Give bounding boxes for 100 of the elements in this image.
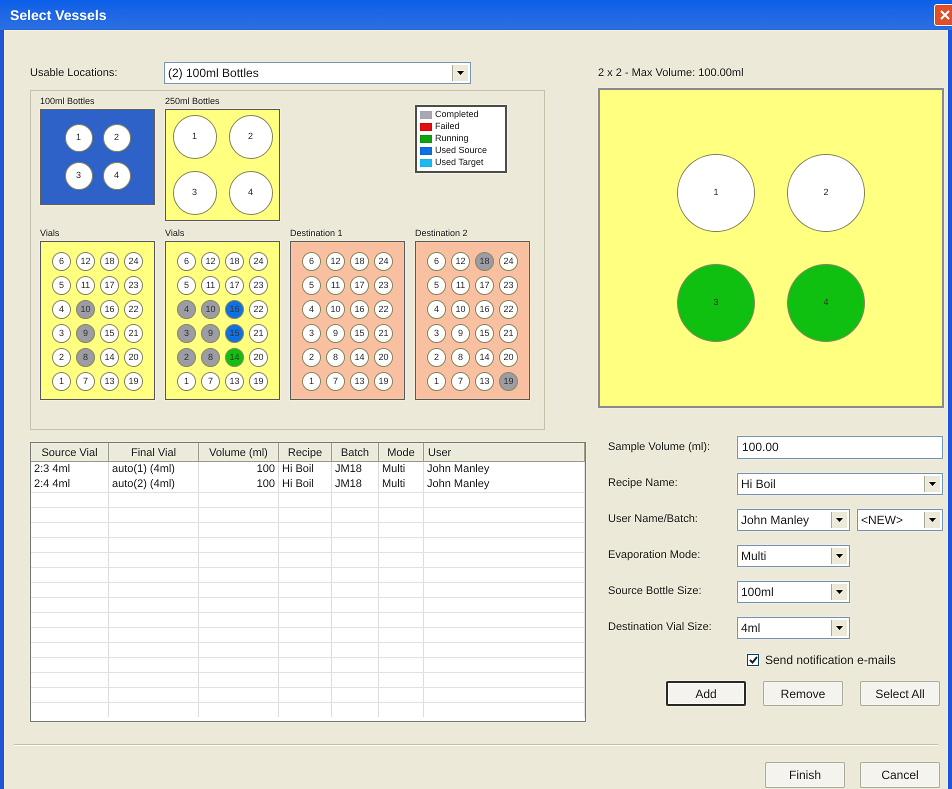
dropdown-arrow-button[interactable]: [831, 584, 847, 600]
vessel-well[interactable]: 20: [249, 348, 268, 367]
vessel-well[interactable]: 12: [201, 252, 220, 271]
vessel-well[interactable]: 14: [475, 348, 494, 367]
vessel-well[interactable]: 19: [374, 372, 393, 391]
vessel-well[interactable]: 19: [124, 372, 143, 391]
vessel-well[interactable]: 14: [100, 348, 119, 367]
vessel-well[interactable]: 15: [100, 324, 119, 343]
vessel-well[interactable]: 11: [76, 276, 95, 295]
vessel-well[interactable]: 7: [451, 372, 470, 391]
vessel-well[interactable]: 13: [350, 372, 369, 391]
dropdown-arrow-button[interactable]: [452, 65, 468, 81]
vessel-well[interactable]: 17: [100, 276, 119, 295]
vessel-well[interactable]: 23: [499, 276, 518, 295]
vessel-well[interactable]: 7: [201, 372, 220, 391]
vessel-well[interactable]: 3: [52, 324, 71, 343]
vessel-well[interactable]: 11: [326, 276, 345, 295]
vessel-well[interactable]: 15: [350, 324, 369, 343]
vessel-well[interactable]: 12: [451, 252, 470, 271]
vessel-well[interactable]: 21: [499, 324, 518, 343]
vessel-well[interactable]: 3: [302, 324, 321, 343]
column-header[interactable]: Mode: [379, 443, 424, 461]
vessel-well[interactable]: 24: [499, 252, 518, 271]
vessel-well[interactable]: 6: [302, 252, 321, 271]
vessel-well[interactable]: 3: [677, 264, 755, 342]
vessel-well[interactable]: 3: [64, 162, 92, 190]
vessel-well[interactable]: 13: [100, 372, 119, 391]
vessel-well[interactable]: 11: [451, 276, 470, 295]
vessel-well[interactable]: 2: [52, 348, 71, 367]
vessel-well[interactable]: 12: [326, 252, 345, 271]
vessel-well[interactable]: 12: [76, 252, 95, 271]
vessel-well[interactable]: 24: [124, 252, 143, 271]
vessel-well[interactable]: 24: [374, 252, 393, 271]
checkbox[interactable]: [747, 654, 759, 666]
vessel-well[interactable]: 18: [475, 252, 494, 271]
vessel-well[interactable]: 23: [124, 276, 143, 295]
dropdown-field[interactable]: (2) 100ml Bottles: [164, 62, 471, 84]
vessel-well[interactable]: 21: [374, 324, 393, 343]
rack-panel[interactable]: 6 12 18 24 5 11 17 23 4 10 16 22 3 9 15 21 2 8 14 20 1 7 13 19: [40, 241, 155, 400]
notification-checkbox[interactable]: Send notification e-mails: [747, 652, 946, 668]
vessel-well[interactable]: 17: [475, 276, 494, 295]
vessel-well[interactable]: 18: [100, 252, 119, 271]
vessel-well[interactable]: 14: [350, 348, 369, 367]
vessel-well[interactable]: 15: [475, 324, 494, 343]
column-header[interactable]: Batch: [332, 443, 379, 461]
vessel-well[interactable]: 6: [52, 252, 71, 271]
vessel-well[interactable]: 20: [374, 348, 393, 367]
vessel-well[interactable]: 20: [124, 348, 143, 367]
rack-panel[interactable]: 1 2 3 4: [165, 109, 280, 221]
vessel-well[interactable]: 2: [787, 154, 865, 232]
vessel-well[interactable]: 21: [249, 324, 268, 343]
vessel-well[interactable]: 11: [201, 276, 220, 295]
vessel-well[interactable]: 4: [228, 171, 272, 215]
vessel-well[interactable]: 1: [427, 372, 446, 391]
vessel-well[interactable]: 5: [302, 276, 321, 295]
vessel-well[interactable]: 8: [201, 348, 220, 367]
vessel-well[interactable]: 23: [374, 276, 393, 295]
dropdown-field[interactable]: John Manley: [737, 508, 850, 530]
vessel-well[interactable]: 9: [76, 324, 95, 343]
dropdown-field[interactable]: 100ml: [737, 580, 850, 602]
vessel-well[interactable]: 17: [225, 276, 244, 295]
vessel-well[interactable]: 9: [451, 324, 470, 343]
vessel-well[interactable]: 3: [172, 171, 216, 215]
vessel-well[interactable]: 2: [177, 348, 196, 367]
action-button[interactable]: Select All: [860, 681, 940, 706]
column-header[interactable]: Volume (ml): [199, 443, 279, 461]
vessel-well[interactable]: 8: [451, 348, 470, 367]
dropdown-arrow-button[interactable]: [831, 512, 847, 528]
rack-panel[interactable]: 6 12 18 24 5 11 17 23 4 10 16 22 3 9 15 21 2 8 14 20 1 7 13 19: [415, 241, 530, 400]
vessel-well[interactable]: 16: [100, 300, 119, 319]
vessel-well[interactable]: 5: [52, 276, 71, 295]
vessel-well[interactable]: 4: [427, 300, 446, 319]
vessel-well[interactable]: 22: [374, 300, 393, 319]
vessel-well[interactable]: 14: [225, 348, 244, 367]
column-header[interactable]: User: [424, 443, 585, 461]
vessel-well[interactable]: 7: [76, 372, 95, 391]
dropdown-field[interactable]: Hi Boil: [737, 472, 943, 494]
vessel-well[interactable]: 2: [228, 115, 272, 159]
vessel-well[interactable]: 19: [249, 372, 268, 391]
vessel-well[interactable]: 8: [76, 348, 95, 367]
vessel-well[interactable]: 16: [475, 300, 494, 319]
vessel-well[interactable]: 1: [677, 154, 755, 232]
vessel-well[interactable]: 6: [177, 252, 196, 271]
close-button[interactable]: [934, 4, 952, 26]
vessel-well[interactable]: 1: [64, 124, 92, 152]
vessel-well[interactable]: 4: [102, 162, 130, 190]
vessel-well[interactable]: 22: [124, 300, 143, 319]
vessel-well[interactable]: 13: [225, 372, 244, 391]
dropdown-arrow-button[interactable]: [831, 620, 847, 636]
sample-volume-field[interactable]: 100.00: [737, 436, 943, 459]
vessel-well[interactable]: 9: [326, 324, 345, 343]
dropdown-arrow-button[interactable]: [924, 476, 940, 492]
vessel-well[interactable]: 4: [302, 300, 321, 319]
vessel-well[interactable]: 1: [172, 115, 216, 159]
vessel-well[interactable]: 2: [102, 124, 130, 152]
vessel-well[interactable]: 1: [177, 372, 196, 391]
vessel-well[interactable]: 7: [326, 372, 345, 391]
vessel-well[interactable]: 2: [302, 348, 321, 367]
vessel-well[interactable]: 19: [499, 372, 518, 391]
action-button[interactable]: Add: [666, 681, 746, 706]
